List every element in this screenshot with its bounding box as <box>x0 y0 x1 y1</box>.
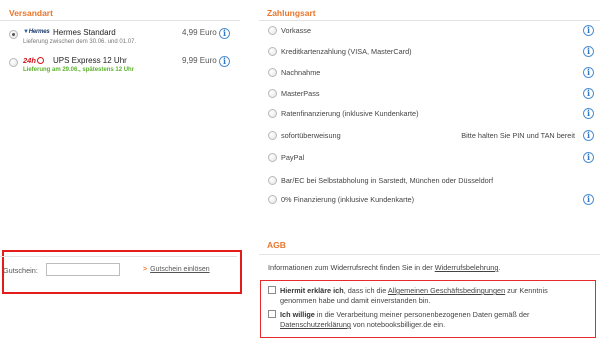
payment-divider <box>259 20 600 21</box>
payment-note: Bitte halten Sie PIN und TAN bereit <box>461 131 575 140</box>
info-icon[interactable]: i <box>583 25 594 36</box>
shipping-price: 4,99 Euro <box>182 28 217 37</box>
shipping-delivery-date: Lieferung am 29.06., spätestens 12 Uhr <box>23 67 135 73</box>
shipping-name: UPS Express 12 Uhr <box>53 56 127 65</box>
payment-label: Bar/EC bei Selbstabholung in Sarstedt, M… <box>281 176 494 185</box>
payment-option-selbstabholung[interactable]: Bar/EC bei Selbstabholung in Sarstedt, M… <box>268 175 594 187</box>
payment-option-nachnahme[interactable]: Nachnahme i <box>268 67 594 79</box>
payment-label: PayPal <box>281 153 305 162</box>
info-icon[interactable]: i <box>583 88 594 99</box>
payment-label: Kreditkartenzahlung (VISA, MasterCard) <box>281 47 412 56</box>
payment-radio[interactable] <box>268 131 277 140</box>
info-icon[interactable]: i <box>219 28 230 39</box>
agb-consent-checkbox[interactable] <box>268 286 276 294</box>
payment-radio[interactable] <box>268 89 277 98</box>
coupon-divider <box>0 256 237 257</box>
info-icon[interactable]: i <box>583 130 594 141</box>
shipping-radio-hermes[interactable] <box>9 30 18 39</box>
privacy-consent-checkbox[interactable] <box>268 310 276 318</box>
payment-option-paypal[interactable]: PayPal i <box>268 152 594 164</box>
redeem-coupon-link[interactable]: > Gutschein einlösen <box>143 266 210 273</box>
shipping-delivery-date: Lieferung zwischen dem 30.06. und 01.07. <box>23 39 137 45</box>
payment-option-finanzierung-0[interactable]: 0% Finanzierung (inklusive Kundenkarte) … <box>268 194 594 206</box>
payment-option-masterpass[interactable]: MasterPass i <box>268 88 594 100</box>
shipping-divider <box>0 20 240 21</box>
chevron-right-icon: > <box>143 266 148 273</box>
payment-radio[interactable] <box>268 176 277 185</box>
payment-label: Nachnahme <box>281 68 321 77</box>
shipping-name: Hermes Standard <box>53 28 116 37</box>
info-icon[interactable]: i <box>583 152 594 163</box>
payment-option-kreditkarte[interactable]: Kreditkartenzahlung (VISA, MasterCard) i <box>268 46 594 58</box>
payment-radio[interactable] <box>268 153 277 162</box>
info-icon[interactable]: i <box>219 56 230 67</box>
agb-title: AGB <box>267 240 286 250</box>
payment-option-vorkasse[interactable]: Vorkasse i <box>268 25 594 37</box>
revocation-link[interactable]: Widerrufsbelehrung <box>435 263 499 272</box>
info-icon[interactable]: i <box>583 67 594 78</box>
shipping-title: Versandart <box>9 8 53 18</box>
info-icon[interactable]: i <box>583 194 594 205</box>
payment-label: Vorkasse <box>281 26 312 35</box>
payment-label: MasterPass <box>281 89 320 98</box>
payment-label: sofortüberweisung <box>281 131 341 140</box>
terms-link[interactable]: Allgemeinen Geschäftsbedingungen <box>388 286 505 295</box>
payment-option-sofortueberweisung[interactable]: sofortüberweisung Bitte halten Sie PIN u… <box>268 130 594 142</box>
payment-label: 0% Finanzierung (inklusive Kundenkarte) <box>281 195 415 204</box>
privacy-link[interactable]: Datenschutzerklärung <box>280 320 351 329</box>
payment-label: Ratenfinanzierung (inklusive Kundenkarte… <box>281 109 419 118</box>
privacy-consent-text: Ich willige in die Verarbeitung meiner p… <box>280 310 530 329</box>
shipping-radio-ups[interactable] <box>9 58 18 67</box>
payment-radio[interactable] <box>268 47 277 56</box>
coupon-input[interactable] <box>46 263 120 276</box>
info-icon[interactable]: i <box>583 46 594 57</box>
payment-radio[interactable] <box>268 26 277 35</box>
agb-consent-text: Hiermit erkläre ich, dass ich die Allgem… <box>280 286 548 305</box>
payment-radio[interactable] <box>268 109 277 118</box>
hermes-logo-icon: ▼Hermes <box>23 29 50 35</box>
payment-option-ratenfinanzierung[interactable]: Ratenfinanzierung (inklusive Kundenkarte… <box>268 108 594 120</box>
coupon-label: Gutschein: <box>3 266 38 275</box>
payment-radio[interactable] <box>268 68 277 77</box>
revocation-info: Informationen zum Widerrufsrecht finden … <box>268 263 501 272</box>
payment-title: Zahlungsart <box>267 8 316 18</box>
shipping-option-ups[interactable]: 24h UPS Express 12 Uhr Lieferung am 29.0… <box>9 56 237 78</box>
24h-logo-icon: 24h <box>23 56 44 66</box>
shipping-option-hermes[interactable]: ▼Hermes Hermes Standard Lieferung zwisch… <box>9 28 237 50</box>
payment-radio[interactable] <box>268 195 277 204</box>
agb-divider <box>259 254 600 255</box>
info-icon[interactable]: i <box>583 108 594 119</box>
shipping-price: 9,99 Euro <box>182 56 217 65</box>
